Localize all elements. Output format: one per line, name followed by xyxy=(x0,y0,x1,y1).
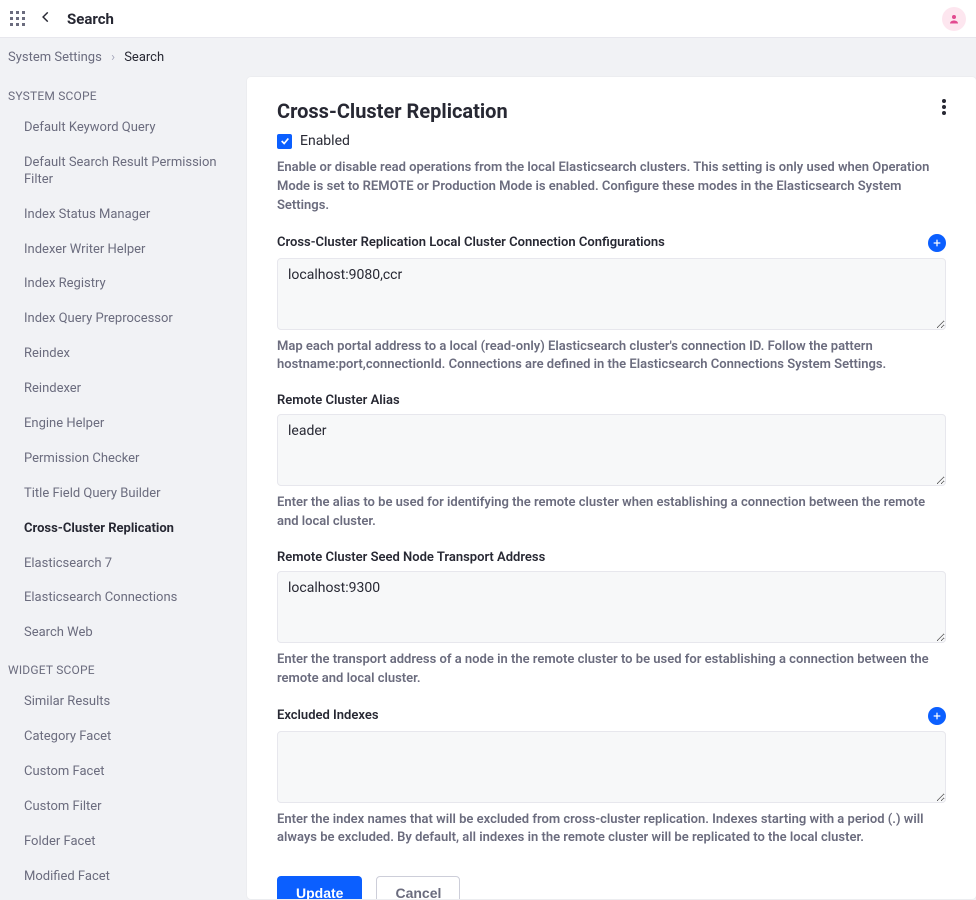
sidebar-group-system-scope: SYSTEM SCOPE xyxy=(8,77,247,111)
breadcrumb: System Settings › Search xyxy=(0,38,976,77)
sidebar-item-folder-facet[interactable]: Folder Facet xyxy=(8,825,247,860)
breadcrumb-root[interactable]: System Settings xyxy=(8,50,102,65)
seed-node-help: Enter the transport address of a node in… xyxy=(277,651,946,689)
avatar[interactable] xyxy=(942,7,966,31)
seed-node-input[interactable] xyxy=(277,571,946,643)
sidebar-item-modified-facet[interactable]: Modified Facet xyxy=(8,860,247,895)
remote-alias-help: Enter the alias to be used for identifyi… xyxy=(277,494,946,532)
sidebar-item-elasticsearch-connections[interactable]: Elasticsearch Connections xyxy=(8,581,247,616)
page-title: Search xyxy=(67,10,114,28)
enabled-description: Enable or disable read operations from t… xyxy=(277,159,946,216)
enabled-checkbox[interactable] xyxy=(277,134,292,149)
add-excluded-index-button[interactable] xyxy=(928,707,946,725)
more-options-icon[interactable] xyxy=(942,99,946,119)
settings-card: Cross-Cluster Replication Enabled Enable… xyxy=(247,77,976,899)
sidebar-item-reindex[interactable]: Reindex xyxy=(8,337,247,372)
cancel-button[interactable]: Cancel xyxy=(376,876,460,899)
sidebar-item-search-bar[interactable]: Search Bar xyxy=(8,895,247,899)
seed-node-label: Remote Cluster Seed Node Transport Addre… xyxy=(277,550,545,565)
sidebar-item-custom-filter[interactable]: Custom Filter xyxy=(8,790,247,825)
sidebar-item-index-query-preprocessor[interactable]: Index Query Preprocessor xyxy=(8,302,247,337)
sidebar-item-reindexer[interactable]: Reindexer xyxy=(8,372,247,407)
sidebar-item-default-search-result-permission-filter[interactable]: Default Search Result Permission Filter xyxy=(8,146,247,198)
back-icon[interactable] xyxy=(39,10,53,28)
sidebar-item-permission-checker[interactable]: Permission Checker xyxy=(8,442,247,477)
remote-alias-label: Remote Cluster Alias xyxy=(277,393,400,408)
excluded-indexes-label: Excluded Indexes xyxy=(277,708,379,723)
chevron-right-icon: › xyxy=(111,50,115,65)
add-ccr-config-button[interactable] xyxy=(928,234,946,252)
sidebar-item-title-field-query-builder[interactable]: Title Field Query Builder xyxy=(8,477,247,512)
sidebar-group-widget-scope: WIDGET SCOPE xyxy=(8,651,247,685)
sidebar-item-cross-cluster-replication[interactable]: Cross-Cluster Replication xyxy=(8,512,247,547)
excluded-indexes-input[interactable] xyxy=(277,731,946,803)
ccr-configs-label: Cross-Cluster Replication Local Cluster … xyxy=(277,235,665,250)
sidebar-item-index-status-manager[interactable]: Index Status Manager xyxy=(8,198,247,233)
card-title: Cross-Cluster Replication xyxy=(277,99,508,123)
remote-alias-input[interactable] xyxy=(277,414,946,486)
excluded-indexes-help: Enter the index names that will be exclu… xyxy=(277,811,946,849)
sidebar-item-default-keyword-query[interactable]: Default Keyword Query xyxy=(8,111,247,146)
sidebar-item-category-facet[interactable]: Category Facet xyxy=(8,720,247,755)
ccr-configs-help: Map each portal address to a local (read… xyxy=(277,338,946,376)
breadcrumb-current: Search xyxy=(124,50,164,65)
sidebar-item-elasticsearch-7[interactable]: Elasticsearch 7 xyxy=(8,547,247,582)
sidebar-item-indexer-writer-helper[interactable]: Indexer Writer Helper xyxy=(8,233,247,268)
sidebar-item-custom-facet[interactable]: Custom Facet xyxy=(8,755,247,790)
sidebar-item-engine-helper[interactable]: Engine Helper xyxy=(8,407,247,442)
update-button[interactable]: Update xyxy=(277,876,362,899)
topbar: Search xyxy=(0,0,976,38)
sidebar-item-similar-results[interactable]: Similar Results xyxy=(8,685,247,720)
sidebar: SYSTEM SCOPE Default Keyword Query Defau… xyxy=(0,77,247,899)
ccr-configs-input[interactable] xyxy=(277,258,946,330)
sidebar-item-index-registry[interactable]: Index Registry xyxy=(8,267,247,302)
sidebar-item-search-web[interactable]: Search Web xyxy=(8,616,247,651)
enabled-label: Enabled xyxy=(300,133,350,149)
apps-grid-icon[interactable] xyxy=(10,11,25,26)
